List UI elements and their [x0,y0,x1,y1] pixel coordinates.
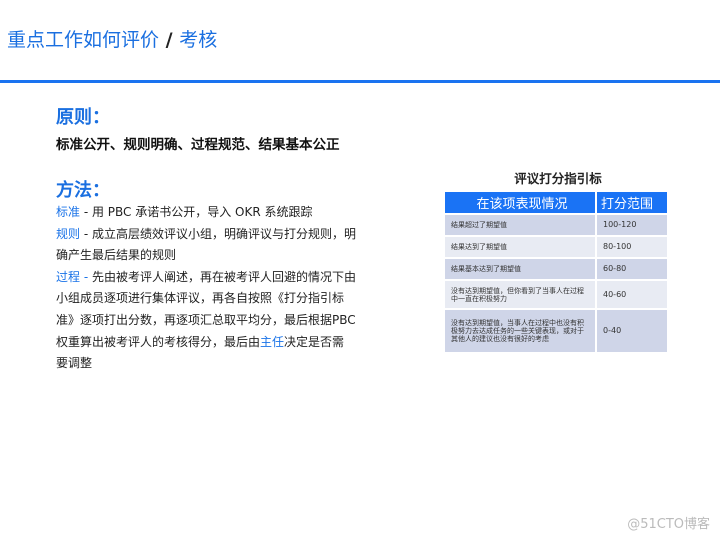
row-range: 100-120 [597,215,667,235]
header-divider [0,80,720,83]
row-range: 80-100 [597,237,667,257]
row-desc: 结果基本达到了期望值 [445,259,595,279]
method-item: 过程 - 先由被考评人阐述，再在被考评人回避的情况下由小组成员逐项进行集体评议，… [56,267,356,375]
method-text: - 用 PBC 承诺书公开，导入 OKR 系统跟踪 [80,205,313,219]
table-header: 在该项表现情况 打分范围 [445,192,667,213]
row-desc: 没有达到期望值，但你看到了当事人在过程中一直在积极努力 [445,281,595,308]
method-key: 过程 - [56,269,89,284]
principle-heading: 原则： [56,107,110,128]
row-desc: 没有达到期望值，当事人在过程中也没有积极努力去达成任务的一些关键表现，或对于其他… [445,310,595,352]
method-item: 标准 - 用 PBC 承诺书公开，导入 OKR 系统跟踪 [56,202,356,224]
header-score-range: 打分范围 [597,192,667,213]
method-key: 标准 [56,205,81,219]
method-item: 规则 - 成立高层绩效评议小组，明确评议与打分规则，明确产生最后结果的规则 [56,224,356,267]
scoring-table: 在该项表现情况 打分范围 结果超过了期望值 100-120 结果达到了期望值 80-1… [443,190,669,354]
row-range: 40-60 [597,281,667,308]
principle-text: 标准公开、规则明确、过程规范、结果基本公正 [56,137,340,153]
title-sub: 考核 [179,29,218,51]
table-row: 没有达到期望值，当事人在过程中也没有积极努力去达成任务的一些关键表现，或对于其他… [445,310,667,352]
title-separator: / [159,29,180,51]
method-key-director: 主任 [260,334,285,349]
row-range: 60-80 [597,259,667,279]
method-heading: 方法： [56,180,110,201]
page-title: 重点工作如何评价 / 考核 [7,25,217,52]
table-row: 结果超过了期望值 100-120 [445,215,667,235]
method-list: 标准 - 用 PBC 承诺书公开，导入 OKR 系统跟踪 规则 - 成立高层绩效… [56,202,356,375]
header-performance: 在该项表现情况 [445,192,595,213]
method-key: 规则 [56,226,81,241]
row-desc: 结果达到了期望值 [445,237,595,257]
table-row: 结果基本达到了期望值 60-80 [445,259,667,279]
row-desc: 结果超过了期望值 [445,215,595,235]
method-text: - 成立高层绩效评议小组，明确评议与打分规则，明确产生最后结果的规则 [56,226,356,263]
table-row: 没有达到期望值，但你看到了当事人在过程中一直在积极努力 40-60 [445,281,667,308]
table-title: 评议打分指引标 [514,171,602,186]
title-main: 重点工作如何评价 [7,29,160,51]
table-row: 结果达到了期望值 80-100 [445,237,667,257]
watermark: @51CTO博客 [627,517,710,532]
row-range: 0-40 [597,310,667,352]
